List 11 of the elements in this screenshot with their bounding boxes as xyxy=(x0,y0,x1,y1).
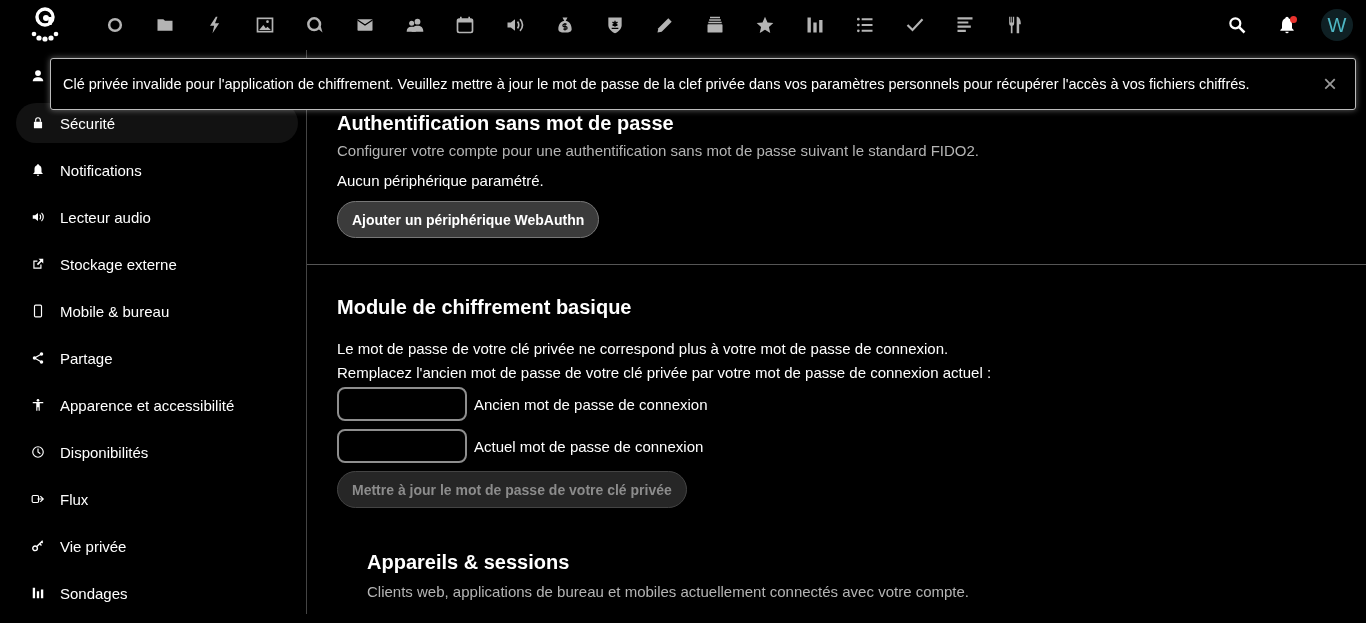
toast-message: Clé privée invalide pour l'application de chiffrement. Veuillez mettre à jour le mot de passe de la clef privée dans vos paramètres personnels pour récupérer l'accès à vos fichiers chiffrés. xyxy=(63,76,1251,92)
paragraph: Configurer votre compte pour une authentification sans mot de passe suivant le standard FIDO2. xyxy=(337,141,981,161)
paragraph: Clients web, applications de bureau et mobiles actuellement connectés avec votre compte. xyxy=(367,582,970,602)
section-heading: Appareils & sessions xyxy=(367,550,571,574)
section-heading: Module de chiffrement basique xyxy=(337,295,633,319)
paragraph: Remplacez l'ancien mot de passe de votre clé privée par votre mot de passe de connexion actuel : xyxy=(337,363,993,383)
paragraph: Le mot de passe de votre clé privée ne correspond plus à votre mot de passe de connexion. xyxy=(337,339,950,359)
field-label: Ancien mot de passe de connexion xyxy=(474,395,708,413)
paragraph: Aucun périphérique paramétré. xyxy=(337,171,545,191)
field-label: Actuel mot de passe de connexion xyxy=(474,437,704,455)
section-heading: Authentification sans mot de passe xyxy=(337,111,675,135)
